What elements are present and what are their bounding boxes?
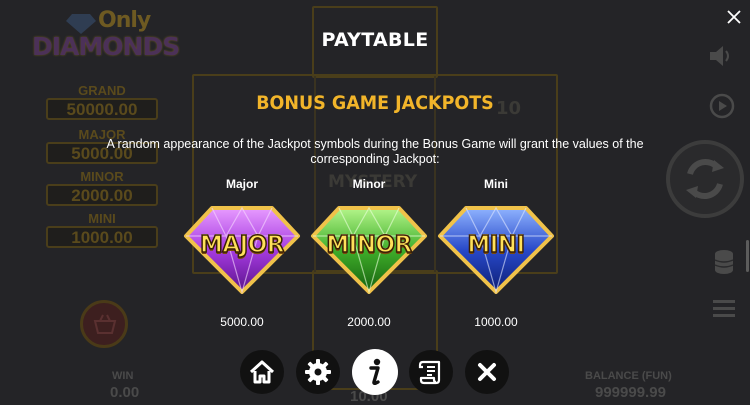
bg-win-value: 0.00 <box>110 384 140 401</box>
mini-gem-icon: MINI <box>434 202 558 298</box>
jackpot-symbol-mini: Mini MINI 1000.00 <box>434 176 558 330</box>
minor-gem-icon: MINOR <box>307 202 431 298</box>
symbol-value: 2000.00 <box>347 315 391 329</box>
bg-buy-feature-basket-icon <box>80 300 128 348</box>
scrollbar[interactable] <box>746 240 749 272</box>
jackpot-symbol-major: Major MAJOR 5000.00 <box>180 176 304 330</box>
info-icon <box>369 358 381 386</box>
info-button[interactable] <box>352 349 398 395</box>
symbol-value: 1000.00 <box>474 315 518 329</box>
major-gem-icon: MAJOR <box>180 202 304 298</box>
gear-icon <box>305 359 331 385</box>
bg-coins-icon <box>714 250 734 274</box>
section-title: BONUS GAME JACKPOTS <box>256 92 494 114</box>
jackpot-symbol-minor: Minor MINOR 2000.00 <box>307 176 431 330</box>
bg-jackpot-value: 2000.00 <box>46 184 158 206</box>
home-icon <box>249 360 275 384</box>
symbol-name: Minor <box>352 177 386 191</box>
bg-jackpot-mini: MINI 1000.00 <box>46 212 158 248</box>
home-button[interactable] <box>240 350 284 394</box>
bg-jackpot-minor: MINOR 2000.00 <box>46 170 158 206</box>
bg-menu-icon <box>713 300 735 317</box>
gem-label: MAJOR <box>199 231 285 259</box>
bg-win-label: WIN <box>112 370 134 382</box>
symbol-name: Mini <box>484 177 508 191</box>
symbol-value: 5000.00 <box>220 315 264 329</box>
close-icon[interactable] <box>724 7 744 27</box>
bg-spin-button <box>666 140 744 218</box>
paytable-title: PAYTABLE <box>321 29 429 51</box>
settings-button[interactable] <box>296 350 340 394</box>
jackpot-description: A random appearance of the Jackpot symbo… <box>106 137 644 166</box>
bg-balance-value: 999999.99 <box>595 384 666 401</box>
bg-jackpot-value: 1000.00 <box>46 226 158 248</box>
scroll-icon <box>418 360 441 385</box>
bg-jackpot-label: MINOR <box>80 169 124 184</box>
gem-label: MINI <box>467 231 526 259</box>
bg-spin-arrows-icon <box>686 159 724 199</box>
rules-button[interactable] <box>409 350 453 394</box>
bg-jackpot-label: MINI <box>88 211 116 226</box>
close-icon <box>478 363 496 381</box>
bg-balance-label: BALANCE (FUN) <box>585 370 672 382</box>
close-button[interactable] <box>465 350 509 394</box>
symbol-name: Major <box>225 177 258 191</box>
gem-label: MINOR <box>326 231 413 259</box>
